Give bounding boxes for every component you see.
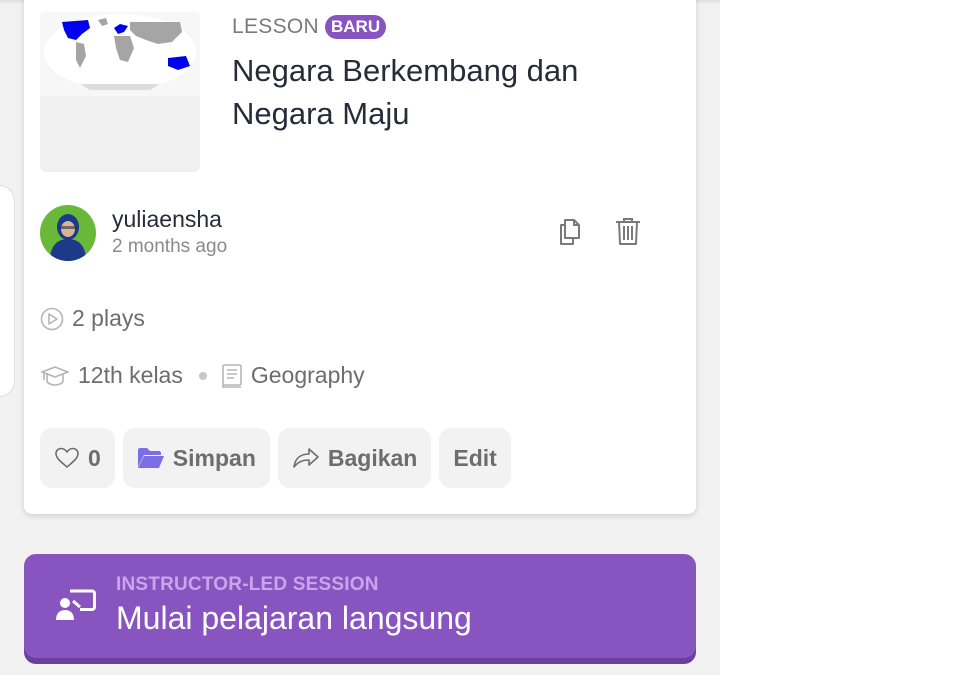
trash-icon [616,218,640,245]
world-map-image [40,12,200,96]
presenter-icon [56,589,96,620]
new-badge: BARU [325,15,387,39]
lesson-title[interactable]: Negara Berkembang dan Negara Maju [232,49,662,135]
side-panel-edge [0,185,15,397]
copy-icon [560,219,580,245]
plays-text: 2 plays [72,305,145,331]
lesson-card: LESSON BARU Negara Berkembang dan Negara… [24,0,696,514]
book-icon [222,363,242,388]
heart-icon [55,447,79,468]
delete-button[interactable] [614,216,642,251]
grade-text: 12th kelas [78,362,183,388]
lesson-thumbnail[interactable] [40,12,200,172]
session-title: Mulai pelajaran langsung [116,600,472,636]
share-button[interactable]: Bagikan [277,428,432,488]
separator-dot [198,371,207,380]
session-kicker: INSTRUCTOR-LED SESSION [116,574,379,595]
action-bar: 0 Simpan Bagikan Edit [40,428,511,488]
play-circle-icon [40,307,64,330]
resource-type-row: LESSON BARU [232,15,387,39]
start-live-session-button[interactable]: INSTRUCTOR-LED SESSION Mulai pelajaran l… [24,554,696,658]
duplicate-button[interactable] [557,216,585,251]
folder-open-icon [137,448,164,468]
subject-text: Geography [250,362,365,388]
author-row: yuliaensha 2 months ago [40,205,227,261]
edit-label: Edit [453,444,497,471]
play-count: 2 plays [40,305,145,332]
author-avatar[interactable] [40,205,96,261]
like-count: 0 [88,444,101,471]
resource-type-label: LESSON [232,15,319,38]
lesson-meta: 12th kelas Geography [40,362,365,389]
edit-button[interactable]: Edit [439,428,511,488]
user-avatar-icon [40,205,96,261]
save-label: Simpan [172,444,256,471]
author-name[interactable]: yuliaensha [112,204,227,234]
like-button[interactable]: 0 [40,428,115,488]
created-time: 2 months ago [112,236,228,257]
save-button[interactable]: Simpan [122,428,270,488]
graduation-cap-icon [41,365,69,386]
share-icon [293,448,319,468]
share-label: Bagikan [327,444,418,471]
